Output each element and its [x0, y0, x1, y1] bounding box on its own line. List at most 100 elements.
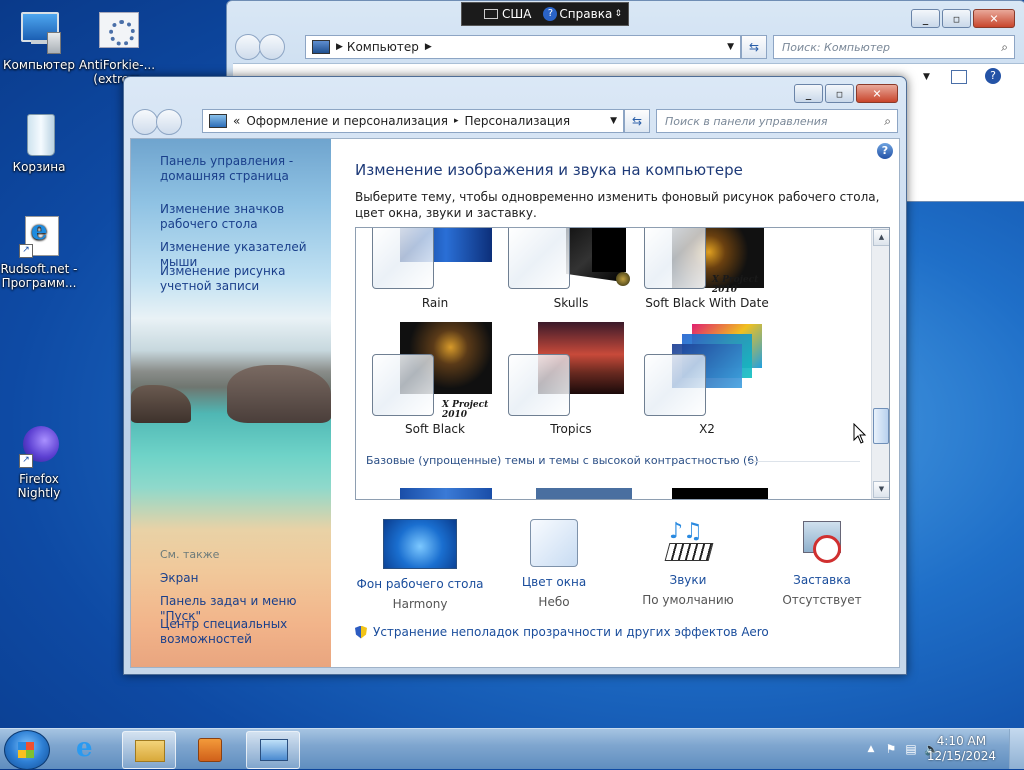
- link-text[interactable]: Изменение значков рабочего стола: [160, 202, 328, 232]
- help-icon[interactable]: ?: [985, 68, 1001, 84]
- back-button[interactable]: [235, 34, 261, 60]
- network-icon[interactable]: ▤: [904, 742, 918, 756]
- minimize-button[interactable]: _: [911, 9, 940, 28]
- nav-buttons: [235, 34, 285, 60]
- theme-item-rain[interactable]: Rain: [370, 228, 500, 318]
- refresh-button[interactable]: ⇆: [741, 35, 767, 59]
- sounds-setting[interactable]: ♪♫ Звуки По умолчанию: [623, 519, 753, 607]
- desktop-icon-antiforkie[interactable]: AntiForkie-... (extrem: [78, 10, 156, 86]
- breadcrumb-personalization[interactable]: Персонализация: [464, 114, 570, 128]
- link-display[interactable]: Экран: [160, 571, 328, 586]
- help-label[interactable]: Справка: [559, 7, 612, 21]
- desktop-background-setting[interactable]: Фон рабочего стола Harmony: [355, 519, 485, 611]
- system-tray: ▲ ⚑ ▤ 🔈 4:10 AM 12/15/2024: [824, 729, 1024, 769]
- refresh-button[interactable]: ⇆: [624, 109, 650, 133]
- link-change-account-picture[interactable]: Изменение рисунка учетной записи: [160, 264, 328, 294]
- theme-thumbnail: X Project 2010: [370, 320, 500, 420]
- aero-link-text[interactable]: Устранение неполадок прозрачности и друг…: [373, 625, 769, 639]
- theme-name: Soft Black With Date: [645, 296, 769, 310]
- tray-expand-icon[interactable]: ▲: [864, 742, 878, 756]
- theme-item-tropics[interactable]: Tropics: [506, 320, 636, 436]
- window-color-label[interactable]: Цвет окна: [489, 575, 619, 589]
- taskbar-control-panel[interactable]: [246, 731, 300, 769]
- scroll-thumb[interactable]: [873, 408, 889, 444]
- forward-button[interactable]: [156, 109, 182, 135]
- search-icon[interactable]: ⌕: [1001, 40, 1008, 55]
- search-icon[interactable]: ⌕: [884, 114, 891, 129]
- help-icon[interactable]: ?: [877, 143, 893, 159]
- aero-troubleshoot-link[interactable]: Устранение неполадок прозрачности и друг…: [355, 625, 769, 639]
- chevron-down-icon[interactable]: ▼: [610, 116, 617, 126]
- clock[interactable]: 4:10 AM 12/15/2024: [927, 734, 996, 764]
- link-ease-of-access[interactable]: Центр специальных возможностей: [160, 617, 328, 647]
- desktop-icon-rudsoft[interactable]: e ↗ Rudsoft.net - Программ...: [0, 214, 78, 290]
- theme-item-soft-black-with-date[interactable]: X Project 2010 Soft Black With Date: [642, 228, 772, 318]
- desktop-icon-firefox-nightly[interactable]: ↗ Firefox Nightly: [0, 424, 78, 500]
- link-text[interactable]: Экран: [160, 571, 328, 586]
- theme-item-skulls[interactable]: Skulls: [506, 228, 636, 318]
- theme-item-x2[interactable]: X2: [642, 320, 772, 436]
- langbar-options-icon[interactable]: ⇕: [614, 9, 622, 19]
- window-color-icon: [530, 519, 578, 567]
- minimize-button[interactable]: _: [794, 84, 823, 103]
- link-text[interactable]: Панель управления - домашняя страница: [160, 154, 328, 184]
- scroll-up-arrow[interactable]: ▲: [873, 229, 889, 246]
- link-control-panel-home[interactable]: Панель управления - домашняя страница: [160, 154, 328, 184]
- link-change-desktop-icons[interactable]: Изменение значков рабочего стола: [160, 202, 328, 232]
- desktop-icon-computer[interactable]: Компьютер: [0, 10, 78, 72]
- basic-theme-thumbnail[interactable]: [536, 488, 632, 499]
- action-center-flag-icon[interactable]: ⚑: [884, 742, 898, 756]
- search-input[interactable]: Поиск: Компьютер ⌕: [773, 35, 1015, 59]
- taskbar-internet-explorer[interactable]: e: [64, 731, 116, 767]
- link-text[interactable]: Изменение рисунка учетной записи: [160, 264, 328, 294]
- screensaver-label[interactable]: Заставка: [757, 573, 887, 587]
- theme-list-scrollbar[interactable]: ▲ ▼: [871, 228, 889, 499]
- clock-date: 12/15/2024: [926, 749, 996, 763]
- folder-icon: [135, 740, 165, 762]
- screensaver-setting[interactable]: Заставка Отсутствует: [757, 519, 887, 607]
- chevron-down-icon[interactable]: ▼: [923, 72, 930, 82]
- address-overflow[interactable]: «: [233, 114, 240, 128]
- basic-themes-heading[interactable]: Базовые (упрощенные) темы и темы с высок…: [366, 454, 759, 467]
- maximize-button[interactable]: ▫: [825, 84, 854, 103]
- taskbar-explorer[interactable]: [122, 731, 176, 769]
- language-bar[interactable]: США ? Справка ⇕: [461, 2, 629, 26]
- control-panel-icon: [260, 739, 288, 761]
- address-bar[interactable]: ▶ Компьютер ▶ ▼: [305, 35, 741, 59]
- taskbar-media-player[interactable]: [184, 731, 236, 767]
- chevron-down-icon[interactable]: ▼: [727, 42, 734, 52]
- theme-item-soft-black[interactable]: X Project 2010 Soft Black: [370, 320, 500, 436]
- window-content: Панель управления - домашняя страница Из…: [130, 138, 900, 668]
- theme-list[interactable]: Rain Skulls X Project 2010 Soft Black Wi…: [355, 227, 890, 500]
- close-button[interactable]: ✕: [856, 84, 898, 103]
- close-button[interactable]: ✕: [973, 9, 1015, 28]
- desktop-icon-label-2: Программ...: [1, 276, 77, 290]
- back-button[interactable]: [132, 109, 158, 135]
- breadcrumb-appearance[interactable]: Оформление и персонализация: [246, 114, 448, 128]
- beach-rock-decoration: [227, 365, 331, 423]
- link-text[interactable]: Центр специальных возможностей: [160, 617, 328, 647]
- basic-theme-thumbnail[interactable]: [400, 488, 492, 499]
- window-color-setting[interactable]: Цвет окна Небо: [489, 519, 619, 609]
- breadcrumb-separator[interactable]: ▸: [454, 116, 459, 126]
- theme-thumbnail: [642, 320, 772, 416]
- basic-theme-thumbnail[interactable]: [672, 488, 768, 499]
- show-desktop-button[interactable]: [1009, 729, 1024, 769]
- desktop-background-label[interactable]: Фон рабочего стола: [355, 577, 485, 591]
- forward-button[interactable]: [259, 34, 285, 60]
- personalization-window[interactable]: _ ▫ ✕ « Оформление и персонализация ▸ Пе…: [123, 76, 907, 675]
- mouse-cursor-icon: [853, 423, 867, 444]
- maximize-button[interactable]: ▫: [942, 9, 971, 28]
- scroll-down-arrow[interactable]: ▼: [873, 481, 889, 498]
- desktop-icon-label-2: Nightly: [17, 486, 61, 500]
- internet-explorer-icon: e: [76, 733, 93, 763]
- address-bar[interactable]: « Оформление и персонализация ▸ Персонал…: [202, 109, 624, 133]
- language-label[interactable]: США: [502, 7, 531, 21]
- window-caption-buttons: _ ▫ ✕: [911, 9, 1015, 28]
- internet-explorer-icon: e ↗: [17, 214, 61, 258]
- start-button[interactable]: [4, 730, 50, 770]
- desktop-icon-recycle-bin[interactable]: Корзина: [0, 112, 78, 174]
- search-input[interactable]: Поиск в панели управления ⌕: [656, 109, 898, 133]
- preview-pane-icon[interactable]: [951, 70, 967, 84]
- sounds-label[interactable]: Звуки: [623, 573, 753, 587]
